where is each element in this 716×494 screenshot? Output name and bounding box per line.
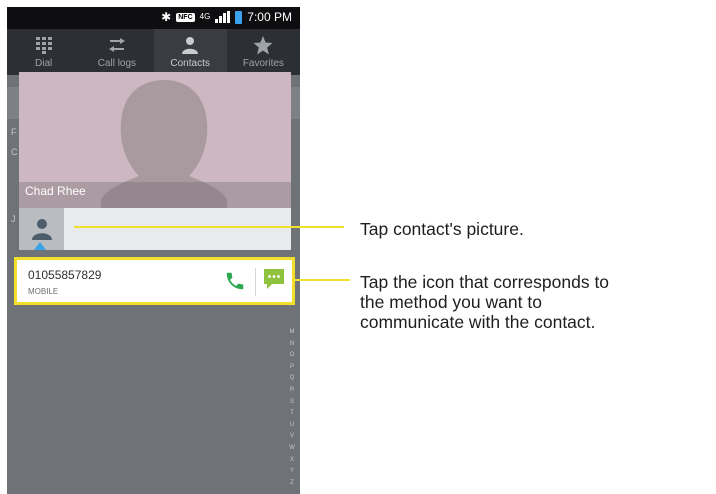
index-letter[interactable]: V (290, 431, 294, 443)
tab-dial[interactable]: Dial (7, 29, 80, 75)
call-logs-icon (108, 35, 126, 55)
divider (255, 268, 256, 296)
tab-call-logs-label: Call logs (97, 58, 137, 69)
number-type: MOBILE (28, 287, 59, 296)
callout-leader-icons (293, 279, 350, 281)
contact-icon (181, 35, 199, 55)
alphabet-index[interactable]: M N O P Q R S T U V W X Y Z (287, 327, 297, 489)
message-icon[interactable] (263, 268, 285, 292)
index-letter[interactable]: P (290, 362, 294, 374)
selection-caret (34, 242, 46, 250)
signal-icon (215, 11, 231, 23)
battery-icon (235, 10, 243, 24)
phone-number-entry[interactable]: 01055857829 MOBILE (14, 257, 295, 305)
callout-icons-line-3: communicate with the contact. (360, 312, 596, 332)
tab-bar: Dial Call logs Contacts Favorites (7, 29, 300, 75)
callout-icons-line-2: the method you want to (360, 292, 542, 312)
status-bar: ✱ NFC 4G 7:00 PM (7, 7, 300, 29)
index-letter[interactable]: S (290, 397, 294, 409)
list-header-letter: C (11, 147, 18, 157)
call-icon[interactable] (224, 270, 246, 292)
tab-dial-label: Dial (35, 58, 53, 69)
star-icon (253, 35, 273, 55)
tab-call-logs[interactable]: Call logs (80, 29, 153, 75)
bluetooth-icon: ✱ (161, 10, 172, 24)
index-letter[interactable]: N (290, 339, 294, 351)
callout-picture: Tap contact's picture. (360, 219, 524, 239)
contact-thumbnail[interactable] (19, 208, 64, 250)
picture-thumbnail-row (19, 208, 291, 250)
index-letter[interactable]: R (290, 385, 294, 397)
tab-favorites[interactable]: Favorites (227, 29, 300, 75)
index-letter[interactable]: T (290, 408, 294, 420)
contact-avatar-icon (31, 219, 52, 240)
nfc-icon: NFC (176, 12, 195, 22)
contact-name: Chad Rhee (25, 184, 86, 198)
index-letter[interactable]: M (290, 327, 295, 339)
list-header-letter: J (11, 214, 16, 224)
tab-favorites-label: Favorites (242, 58, 284, 69)
index-letter[interactable]: U (290, 420, 294, 432)
index-letter[interactable]: Y (290, 466, 294, 478)
network-type: 4G (199, 12, 211, 21)
phone-number: 01055857829 (28, 268, 102, 282)
index-letter[interactable]: X (290, 455, 294, 467)
index-letter[interactable]: O (290, 350, 295, 362)
list-header-letter: F (11, 127, 17, 137)
index-letter[interactable]: Q (290, 373, 295, 385)
tab-contacts-label: Contacts (170, 58, 210, 69)
tab-contacts[interactable]: Contacts (153, 29, 227, 75)
dialpad-icon (35, 35, 53, 55)
callout-leader-picture (74, 226, 344, 228)
index-letter[interactable]: Z (290, 478, 294, 490)
index-letter[interactable]: W (289, 443, 295, 455)
callout-icons-line-1: Tap the icon that corresponds to (360, 272, 610, 292)
status-time: 7:00 PM (247, 10, 292, 24)
